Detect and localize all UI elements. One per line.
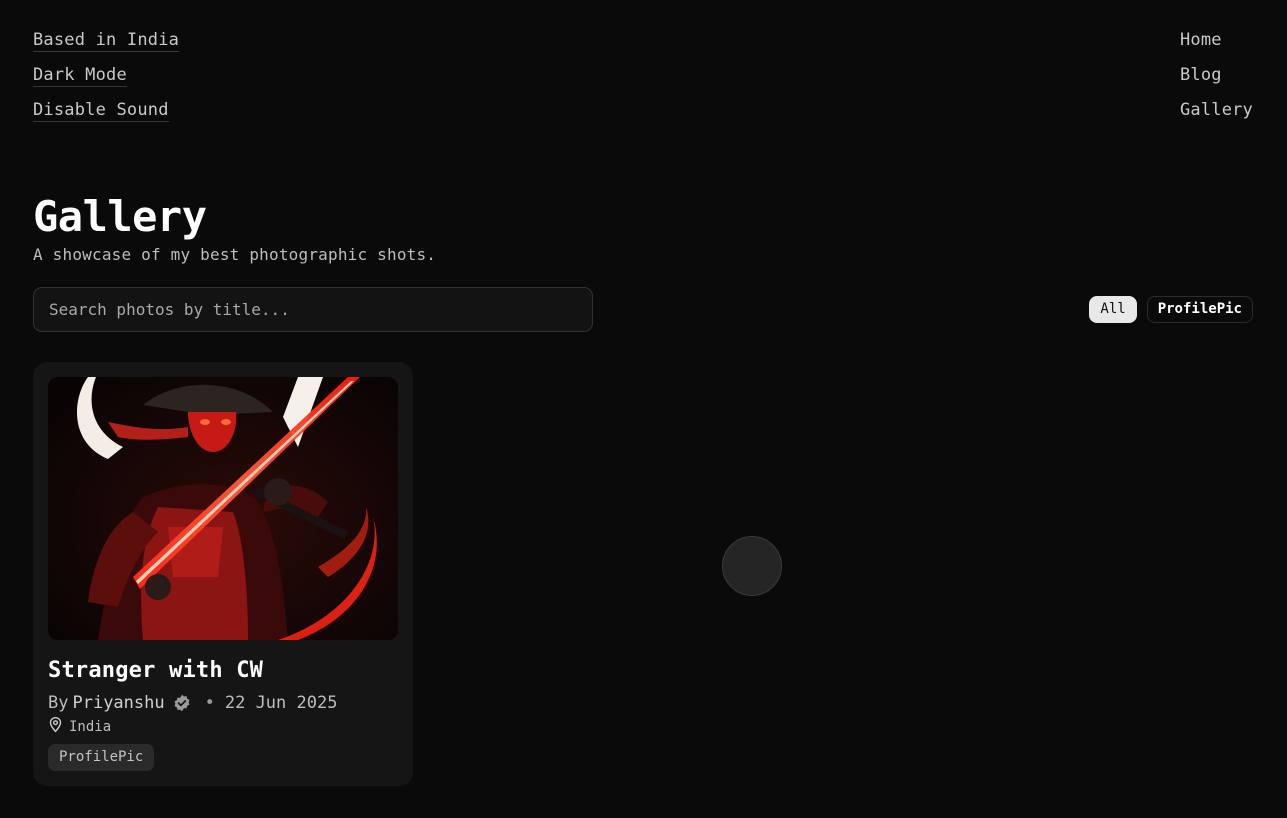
photo-card[interactable]: Stranger with CW By Priyanshu • 22 Jun 2… bbox=[33, 362, 413, 786]
meta-separator: • bbox=[204, 693, 215, 713]
photo-date: 22 Jun 2025 bbox=[224, 693, 338, 713]
photo-meta: By Priyanshu • 22 Jun 2025 bbox=[48, 693, 337, 713]
location-link[interactable]: Based in India bbox=[33, 29, 180, 64]
by-label: By bbox=[48, 693, 69, 713]
page-subtitle: A showcase of my best photographic shots… bbox=[33, 245, 437, 264]
author-name[interactable]: Priyanshu bbox=[72, 693, 164, 713]
main-nav: Home Blog Gallery bbox=[1180, 29, 1253, 134]
page-title: Gallery bbox=[33, 192, 207, 241]
floating-cursor-orb[interactable] bbox=[722, 536, 782, 596]
filter-chip-profilepic[interactable]: ProfilePic bbox=[1146, 296, 1253, 323]
disable-sound-label: Disable Sound bbox=[33, 100, 169, 122]
filter-chip-all[interactable]: All bbox=[1089, 296, 1137, 323]
header-left-links: Based in India Dark Mode Disable Sound bbox=[33, 29, 180, 134]
nav-gallery-link[interactable]: Gallery bbox=[1180, 99, 1253, 134]
dark-mode-toggle[interactable]: Dark Mode bbox=[33, 64, 179, 99]
filter-chips: All ProfilePic bbox=[1089, 296, 1253, 323]
photo-search-input[interactable] bbox=[33, 287, 593, 332]
dark-mode-label: Dark Mode bbox=[33, 65, 127, 87]
nav-home-link[interactable]: Home bbox=[1180, 29, 1253, 64]
location-text: India bbox=[69, 718, 112, 735]
verified-badge-icon bbox=[173, 694, 191, 712]
photo-image[interactable] bbox=[48, 377, 398, 640]
location-label: Based in India bbox=[33, 30, 180, 52]
nav-blog-link[interactable]: Blog bbox=[1180, 64, 1253, 99]
disable-sound-toggle[interactable]: Disable Sound bbox=[33, 99, 179, 134]
photo-title[interactable]: Stranger with CW bbox=[48, 658, 263, 683]
photo-tag[interactable]: ProfilePic bbox=[48, 744, 155, 771]
photo-location: India bbox=[48, 716, 111, 737]
red-samurai-artwork-icon bbox=[48, 377, 398, 640]
map-pin-icon bbox=[48, 716, 63, 737]
